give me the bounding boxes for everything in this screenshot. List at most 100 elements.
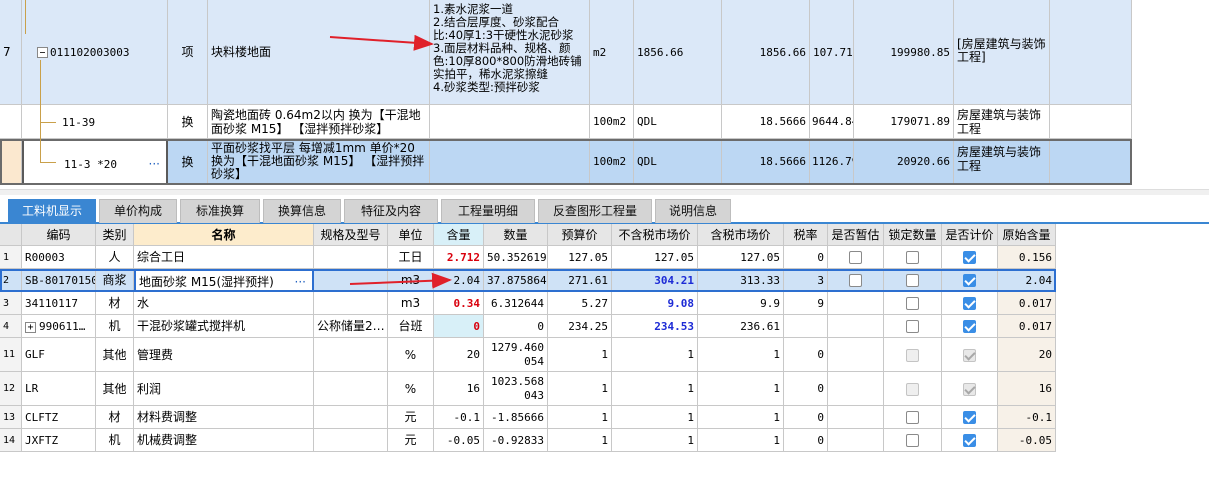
priced-checkbox[interactable] [963,297,976,310]
lock-qty-checkbox-cell[interactable] [884,338,942,372]
priced-checkbox[interactable] [963,320,976,333]
material-unit-cell[interactable]: m3 [388,292,434,315]
material-category-cell[interactable]: 材 [96,406,134,429]
original-content-cell[interactable]: 20 [998,338,1056,372]
lock-qty-checkbox-cell[interactable] [884,429,942,452]
tax-rate-cell[interactable] [784,315,828,338]
tax-rate-header[interactable]: 税率 [784,224,828,246]
market-price-inc-tax-cell[interactable]: 9.9 [698,292,784,315]
item-qty-expr[interactable]: 1856.66 [634,0,722,105]
material-unit-cell[interactable]: % [388,338,434,372]
minus-box-icon[interactable] [37,47,48,58]
original-content-cell[interactable]: 2.04 [998,269,1056,292]
item-features[interactable]: 1.素水泥浆一道 2.结合层厚度、砂浆配合比:40厚1:3干硬性水泥砂浆 3.面… [430,0,590,105]
provisional-checkbox[interactable] [849,274,862,287]
material-quantity-cell[interactable]: -1.85666 [484,406,548,429]
market-price-ex-tax-cell[interactable]: 127.05 [612,246,698,269]
material-spec-cell[interactable] [314,292,388,315]
budget-price-cell[interactable]: 234.25 [548,315,612,338]
lock-qty-checkbox[interactable] [906,434,919,447]
material-name-cell[interactable]: 地面砂浆 M15(湿拌预拌) ··· [134,269,314,292]
priced-checkbox-cell[interactable] [942,269,998,292]
tab-standard-conversion[interactable]: 标准换算 [180,199,260,223]
material-unit-cell[interactable]: 元 [388,406,434,429]
market-price-ex-tax-cell[interactable]: 1 [612,429,698,452]
priced-checkbox[interactable] [963,274,976,287]
material-quantity-cell[interactable]: 37.875864 [484,269,548,292]
material-unit-cell[interactable]: 元 [388,429,434,452]
priced-checkbox-cell[interactable] [942,292,998,315]
row-index-cell[interactable]: 14 [0,429,22,452]
material-name-cell[interactable]: 综合工日 [134,246,314,269]
lock-qty-checkbox-cell[interactable] [884,246,942,269]
material-spec-cell[interactable] [314,372,388,406]
material-code-cell[interactable]: CLFTZ [22,406,96,429]
material-code-cell[interactable]: GLF [22,338,96,372]
panel-splitter[interactable] [0,189,1209,195]
original-content-cell[interactable]: 0.156 [998,246,1056,269]
budget-price-cell[interactable]: 127.05 [548,246,612,269]
tax-rate-cell[interactable]: 0 [784,429,828,452]
lock-qty-checkbox-cell[interactable] [884,292,942,315]
material-code-cell[interactable]: JXFTZ [22,429,96,452]
provisional-checkbox-cell[interactable] [828,269,884,292]
tab-unit-price[interactable]: 单价构成 [99,199,177,223]
content-header[interactable]: 含量 [434,224,484,246]
lock-qty-checkbox[interactable] [906,297,919,310]
tab-conversion-info[interactable]: 换算信息 [263,199,341,223]
tax-rate-cell[interactable]: 0 [784,246,828,269]
original-content-cell[interactable]: -0.05 [998,429,1056,452]
row-index-cell[interactable]: 11 [0,338,22,372]
material-spec-cell[interactable] [314,269,388,292]
row-index-cell[interactable]: 3 [0,292,22,315]
budget-price-header[interactable]: 预算价 [548,224,612,246]
provisional-checkbox-cell[interactable] [828,315,884,338]
priced-checkbox[interactable] [963,411,976,424]
material-unit-cell[interactable]: % [388,372,434,406]
material-content-cell[interactable]: 0.34 [434,292,484,315]
lock-qty-header[interactable]: 锁定数量 [884,224,942,246]
lock-qty-checkbox[interactable] [906,251,919,264]
market-price-inc-tax-cell[interactable]: 1 [698,338,784,372]
priced-checkbox-cell[interactable] [942,315,998,338]
material-name-cell[interactable]: 材料费调整 [134,406,314,429]
material-code-cell[interactable]: +990611… [22,315,96,338]
lock-qty-checkbox[interactable] [906,274,919,287]
material-unit-cell[interactable]: m3 [388,269,434,292]
material-spec-cell[interactable] [314,246,388,269]
material-name-cell[interactable]: 机械费调整 [134,429,314,452]
market-price-inc-tax-cell[interactable]: 236.61 [698,315,784,338]
market-price-ex-tax-header[interactable]: 不含税市场价 [612,224,698,246]
budget-price-cell[interactable]: 1 [548,406,612,429]
provisional-checkbox-cell[interactable] [828,429,884,452]
lock-qty-checkbox-cell[interactable] [884,269,942,292]
market-price-inc-tax-header[interactable]: 含税市场价 [698,224,784,246]
market-price-ex-tax-cell[interactable]: 1 [612,338,698,372]
material-category-cell[interactable]: 商浆 [96,269,134,292]
material-code-cell[interactable]: LR [22,372,96,406]
row-index-cell[interactable]: 1 [0,246,22,269]
code-header[interactable]: 编码 [22,224,96,246]
material-code-cell[interactable]: R00003 [22,246,96,269]
material-content-cell[interactable]: -0.05 [434,429,484,452]
material-content-cell[interactable]: 2.712 [434,246,484,269]
material-spec-cell[interactable] [314,406,388,429]
material-category-cell[interactable]: 其他 [96,372,134,406]
material-category-cell[interactable]: 材 [96,292,134,315]
row-index-cell[interactable]: 13 [0,406,22,429]
item-name[interactable]: 块料楼地面 [208,0,430,105]
market-price-ex-tax-cell[interactable]: 304.21 [612,269,698,292]
material-name-cell[interactable]: 干混砂浆罐式搅拌机 [134,315,314,338]
quantity-header[interactable]: 数量 [484,224,548,246]
priced-checkbox-cell[interactable] [942,429,998,452]
material-name-cell[interactable]: 利润 [134,372,314,406]
priced-checkbox-cell[interactable] [942,246,998,269]
material-category-cell[interactable]: 机 [96,315,134,338]
provisional-checkbox[interactable] [849,251,862,264]
original-content-cell[interactable]: 16 [998,372,1056,406]
material-name-cell[interactable]: 水 [134,292,314,315]
market-price-ex-tax-cell[interactable]: 9.08 [612,292,698,315]
material-content-cell[interactable]: 2.04 [434,269,484,292]
tab-features[interactable]: 特征及内容 [344,199,438,223]
priced-checkbox-cell[interactable] [942,406,998,429]
